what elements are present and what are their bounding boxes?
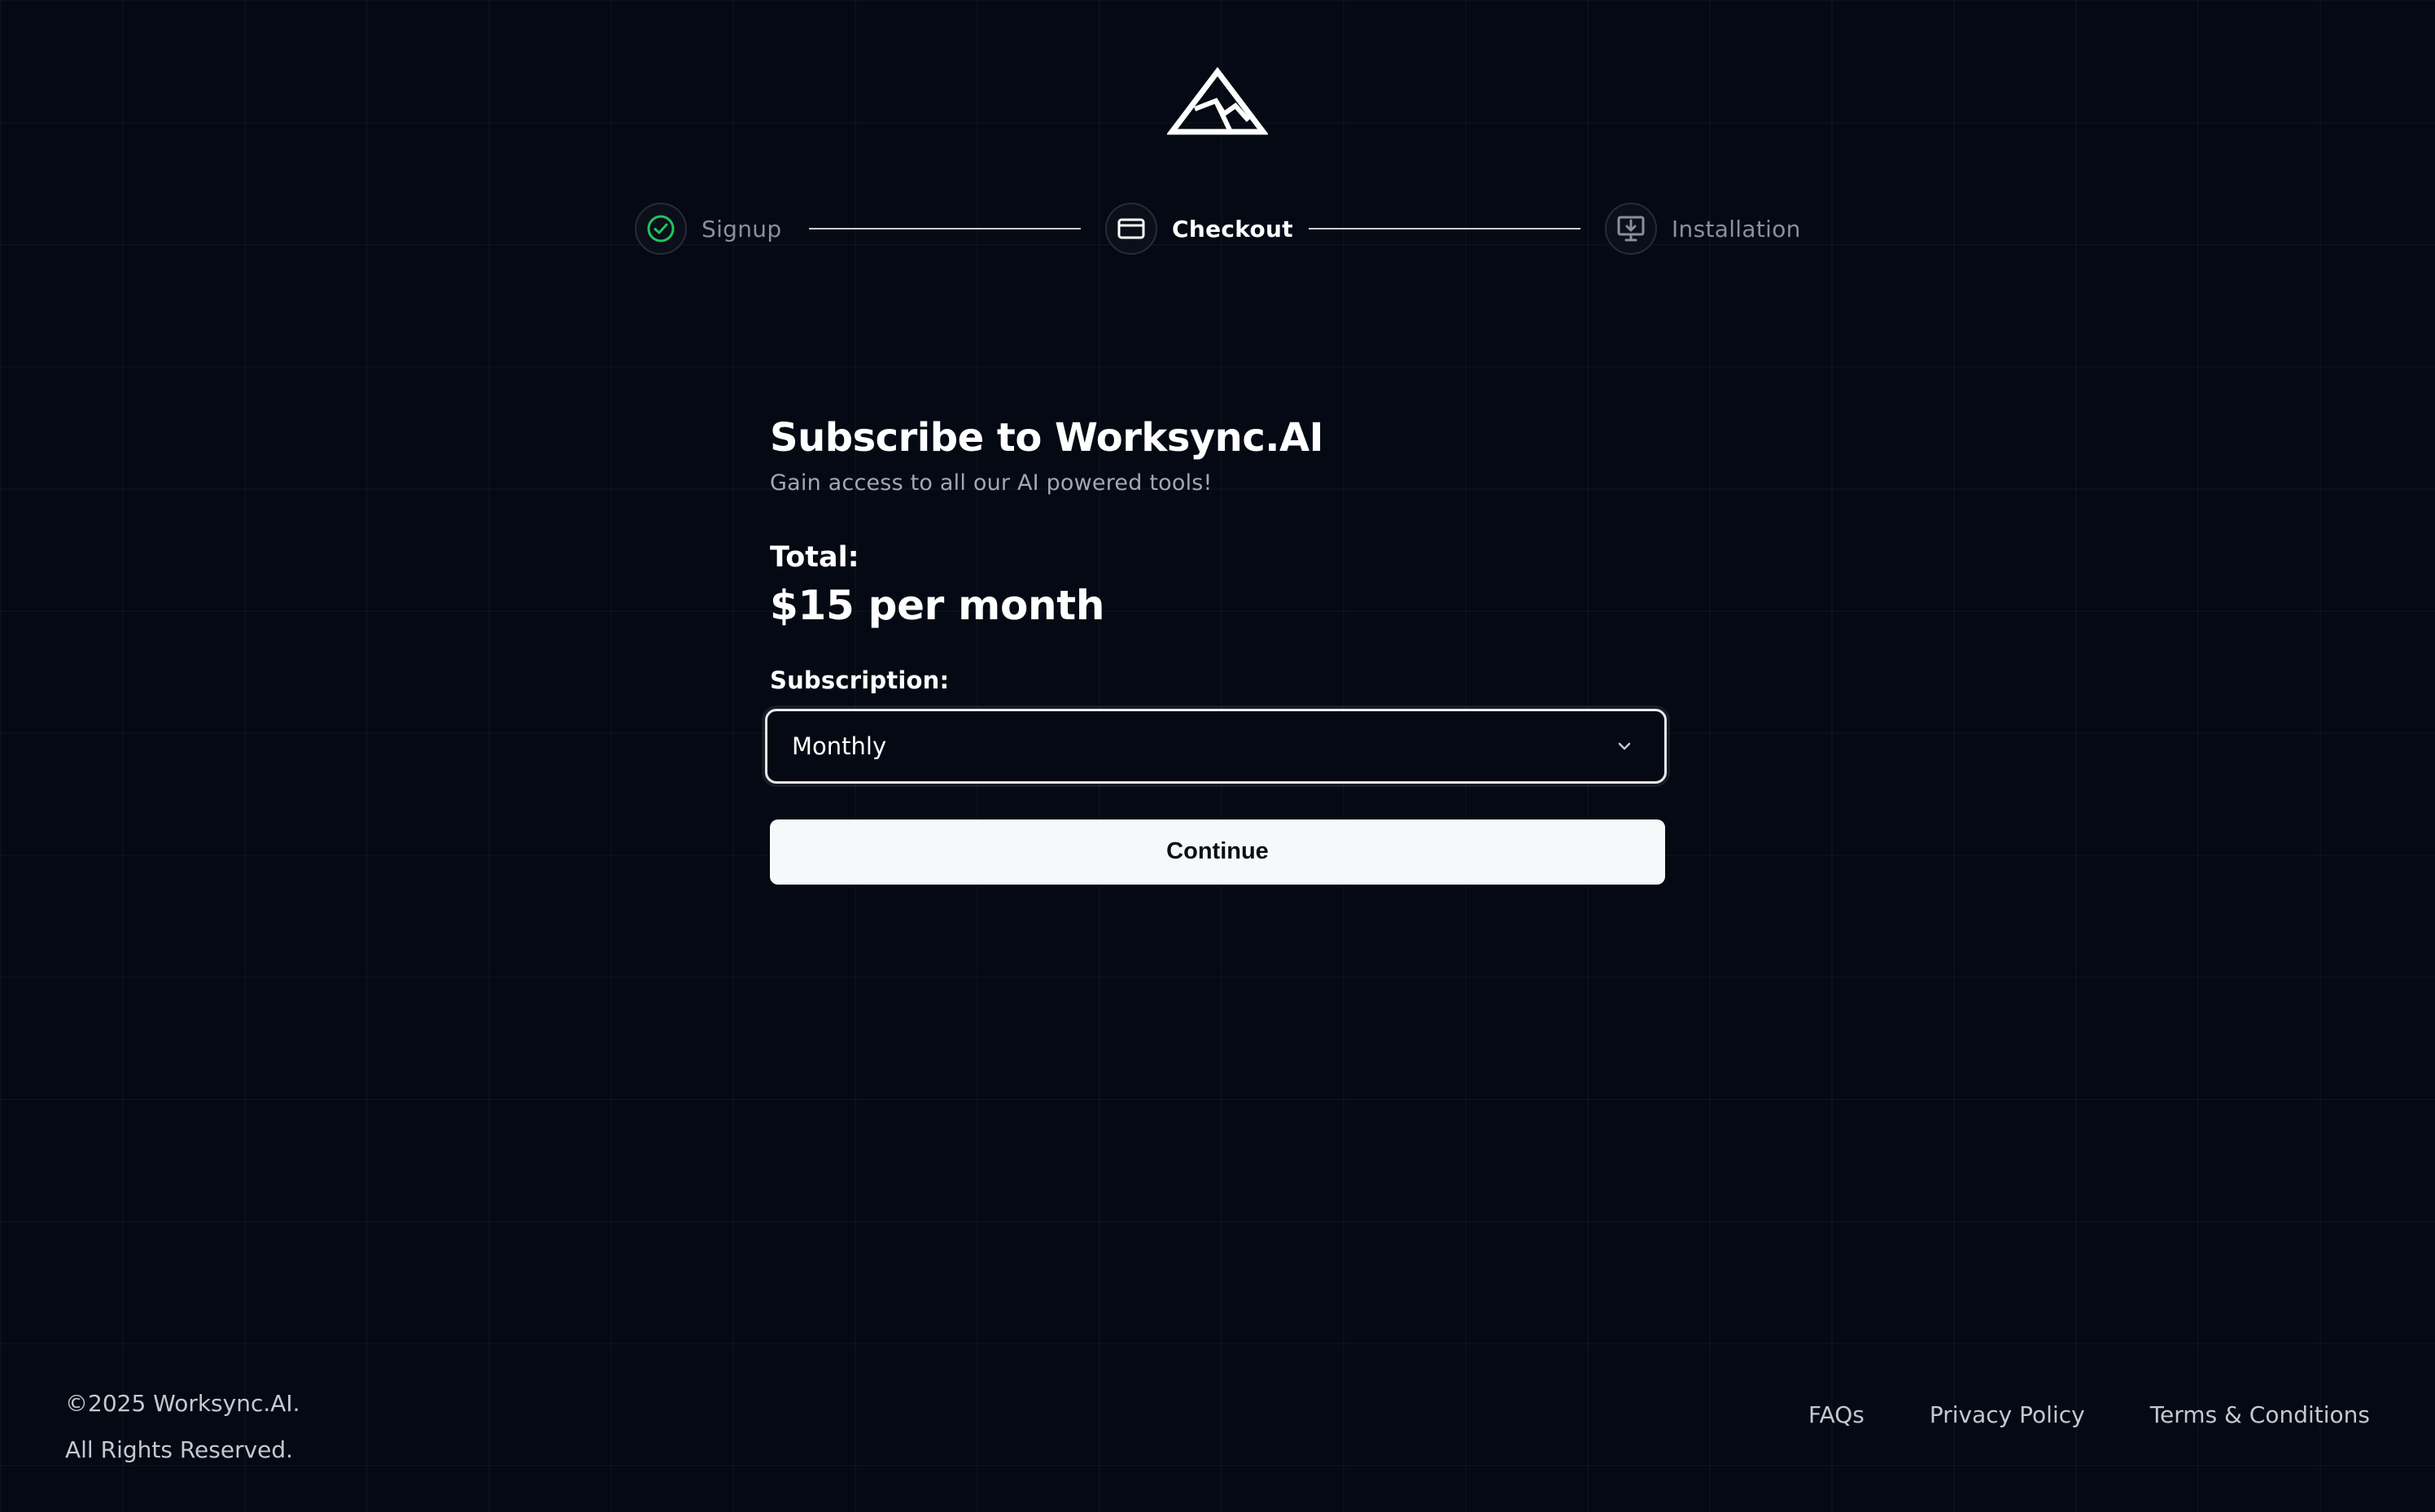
step-installation-circle [1605,203,1657,255]
total-price: $15 per month [770,581,1105,629]
step-checkout[interactable]: Checkout [1105,200,1293,257]
subscription-label: Subscription: [770,666,950,694]
check-circle-icon [647,215,675,243]
copyright-line-1: ©2025 Worksync.AI. [65,1390,300,1417]
checkout-page: Signup Checkout Installation Subscribe t… [0,0,2435,1512]
step-connector-1 [809,228,1081,229]
monitor-download-icon [1617,216,1645,242]
chevron-down-icon [1618,742,1631,749]
mountain-logo-icon[interactable] [1167,67,1268,137]
step-connector-2 [1309,228,1580,229]
step-checkout-circle [1105,203,1157,255]
step-installation-label: Installation [1672,215,1801,243]
footer-copyright: ©2025 Worksync.AI. All Rights Reserved. [65,1380,300,1473]
step-signup-label: Signup [702,215,782,243]
page-title: Subscribe to Worksync.AI [770,415,1324,461]
subscription-select[interactable]: Monthly [765,708,1667,784]
step-installation[interactable]: Installation [1605,200,1801,257]
subscription-select-value: Monthly [792,732,887,760]
continue-button[interactable]: Continue [770,819,1665,885]
footer-link-terms[interactable]: Terms & Conditions [2150,1401,2370,1428]
checkout-card: Subscribe to Worksync.AI Gain access to … [765,415,1667,885]
footer-links: FAQs Privacy Policy Terms & Conditions [1808,1401,2370,1428]
footer-link-faqs[interactable]: FAQs [1808,1401,1865,1428]
copyright-line-2: All Rights Reserved. [65,1436,294,1463]
credit-card-icon [1117,218,1145,239]
page-subtitle: Gain access to all our AI powered tools! [770,470,1213,496]
step-checkout-label: Checkout [1172,215,1293,243]
total-label: Total: [770,540,859,574]
step-signup-circle [635,203,687,255]
step-signup[interactable]: Signup [635,200,781,257]
checkout-stepper: Signup Checkout Installation [0,200,2435,257]
footer-link-privacy-policy[interactable]: Privacy Policy [1930,1401,2085,1428]
